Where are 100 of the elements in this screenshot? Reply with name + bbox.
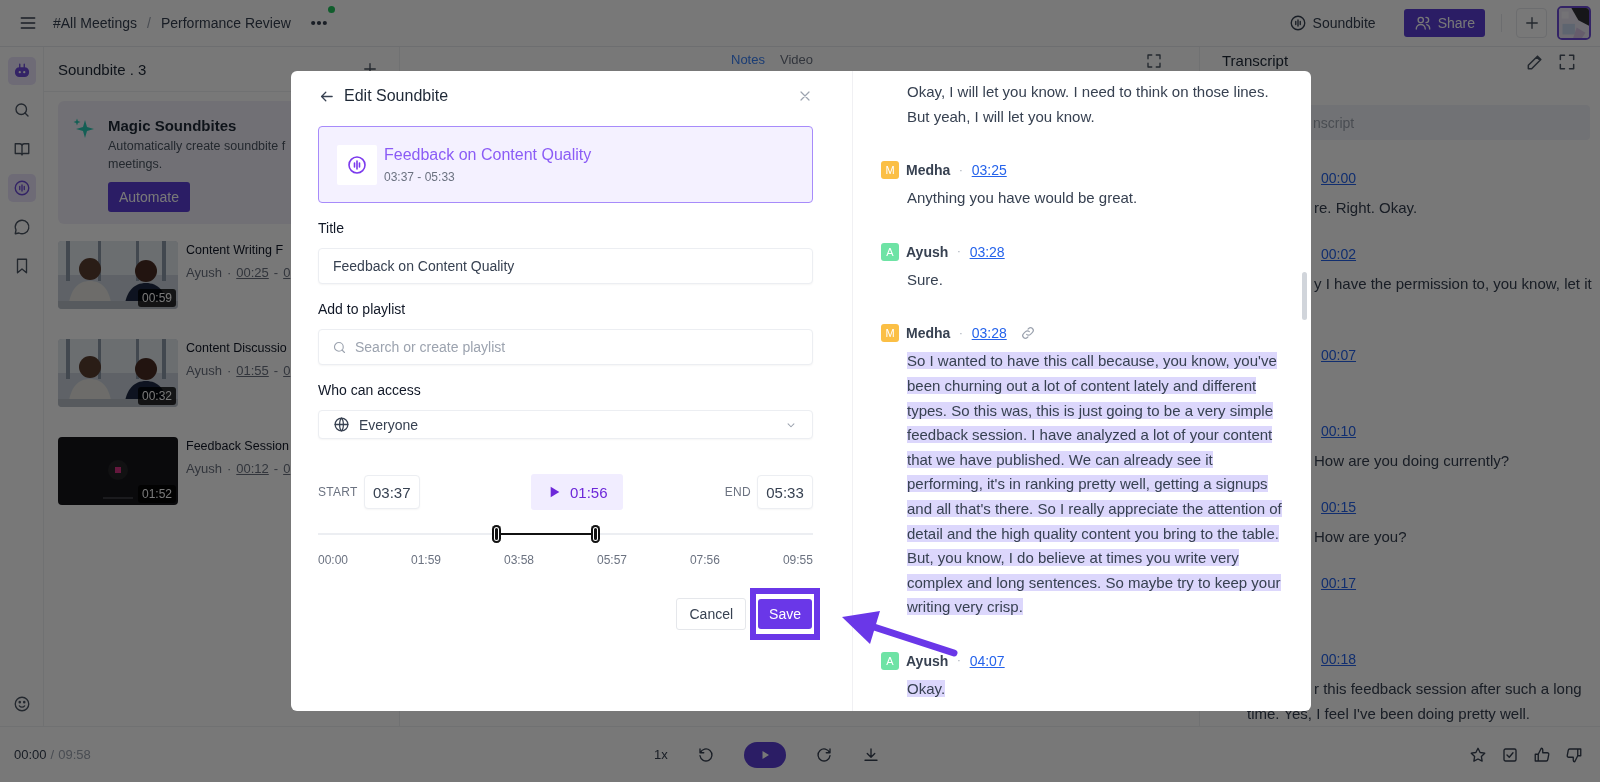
tick-label: 01:59 [411, 553, 441, 567]
speaker-avatar: M [881, 324, 899, 343]
dialog-title: Edit Soundbite [344, 87, 449, 105]
save-button[interactable]: Save [758, 599, 812, 629]
soundbite-button[interactable]: Soundbite [1282, 10, 1382, 36]
timestamp-link[interactable]: 00:07 [1321, 347, 1357, 363]
soundbite-title[interactable]: Content Writing F [186, 243, 291, 257]
field-label: Who can access [318, 381, 422, 399]
access-dropdown[interactable]: Everyone [318, 410, 813, 439]
transcript-line: How are you doing currently? [1314, 451, 1510, 471]
forward-icon[interactable] [814, 745, 833, 764]
transcript-line: re. Right. Okay. [1314, 198, 1418, 218]
robot-icon [12, 62, 31, 80]
end-time-field[interactable]: 05:33 [757, 475, 813, 509]
timestamp-link[interactable]: 00:25 [236, 265, 269, 280]
transcript-text: So I wanted to have this call because, you know, you've been churning out a lot of content lately and different types. So this was, this is just going to be a very simple feedback session. I have analyzed a lot of your content that we have published. We can already see it performing, it's in ranking pretty well, getting a signups and all that's there. So I really appreciate the attention of detail and the high quality content you bring to the table. But, you know, I do believe at times you write very complex and long sentences. So maybe try to keep your writing very crisp. [907, 351, 1283, 618]
timestamp-link[interactable]: 00:17 [1321, 575, 1357, 591]
rail-button[interactable] [7, 174, 36, 202]
preview-button[interactable]: 01:56 [530, 474, 623, 510]
timestamp-link[interactable]: 00:00 [1321, 170, 1357, 186]
speed-button[interactable]: 1x [654, 747, 668, 762]
timestamp-link[interactable]: 0 [283, 265, 291, 280]
scrollbar-thumb[interactable] [1302, 272, 1307, 320]
add-button[interactable] [1516, 8, 1547, 38]
timestamp-link[interactable]: 0 [283, 461, 291, 476]
meta-separator: · [226, 461, 232, 476]
meta-separator: · [957, 655, 961, 667]
timestamp-link[interactable]: 00:02 [1321, 246, 1357, 262]
duration-badge: 00:59 [137, 289, 176, 307]
transcript-line: r this feedback session after such a long [1314, 679, 1582, 699]
timestamp-link[interactable]: 0 [283, 363, 291, 378]
automate-button[interactable]: Automate [108, 182, 190, 212]
tick-label: 05:57 [596, 553, 627, 567]
waveform-icon [12, 179, 31, 197]
timestamp-link[interactable]: 01:55 [236, 363, 269, 378]
timestamp-link[interactable]: 00:15 [1321, 499, 1357, 515]
star-icon[interactable] [1469, 745, 1487, 764]
slider-handle[interactable] [492, 525, 502, 543]
timestamp-link[interactable]: 00:12 [236, 461, 269, 476]
smiley-icon[interactable] [12, 695, 31, 713]
soundbite-title: Feedback on Content Quality [384, 145, 592, 164]
breadcrumb-link[interactable]: #All Meetings [53, 15, 138, 31]
rail-button[interactable] [7, 57, 36, 85]
users-icon [1413, 14, 1432, 32]
author-name: Ayush [186, 461, 222, 476]
checkbox-icon[interactable] [1501, 745, 1519, 764]
search-icon [12, 101, 31, 119]
author-name: Ayush [186, 363, 222, 378]
thumbs-down-icon[interactable] [1565, 745, 1583, 764]
speaker-name: Medha [906, 325, 951, 342]
timestamp-link[interactable]: 03:28 [971, 325, 1007, 342]
slider-handle[interactable] [591, 525, 601, 543]
transcript-text: Anything you have would be great. [907, 188, 1139, 209]
range-dash: - [273, 363, 279, 378]
globe-icon [333, 416, 350, 433]
start-time-field[interactable]: 03:37 [363, 475, 420, 509]
pencil-icon[interactable] [1525, 52, 1545, 72]
chat-icon [12, 218, 31, 236]
transcript-line: How are you? [1314, 527, 1407, 547]
rewind-icon[interactable] [696, 745, 715, 764]
waveform-icon [337, 144, 377, 185]
speaker-name: Medha [906, 162, 951, 179]
timestamp-link[interactable]: 03:25 [971, 162, 1007, 179]
time-separator: / [50, 747, 55, 762]
speaker-avatar: A [881, 242, 899, 261]
tab[interactable]: Notes [731, 52, 765, 67]
timestamp-link[interactable]: 03:28 [969, 243, 1005, 260]
playlist-field[interactable]: Search or create playlist [318, 329, 813, 365]
breadcrumb-link[interactable]: Performance Review [160, 15, 291, 31]
tick-label: 00:00 [318, 553, 349, 567]
panel-title: Soundbite . 3 [58, 60, 147, 78]
card-description: Automatically create soundbite f meetings. [108, 138, 286, 173]
speaker-name: Ayush [906, 652, 949, 669]
play-button[interactable] [743, 741, 786, 768]
soundbite-title[interactable]: Content Discussio [186, 341, 291, 355]
fullscreen-icon[interactable] [1145, 52, 1163, 70]
link-icon[interactable] [1019, 325, 1036, 342]
soundbite-title[interactable]: Feedback Session [186, 439, 291, 453]
transcript-text: Okay. [907, 678, 947, 699]
fullscreen-icon[interactable] [1557, 52, 1577, 72]
cancel-button[interactable]: Cancel [676, 598, 747, 630]
timestamp-link[interactable]: 00:10 [1321, 423, 1357, 439]
field-label: Title [318, 219, 345, 237]
tab[interactable]: Video [779, 52, 813, 67]
time-label: END [724, 485, 751, 499]
share-button[interactable]: Share [1403, 9, 1485, 37]
meta-separator: · [959, 327, 963, 339]
title-field[interactable]: Feedback on Content Quality [318, 248, 813, 284]
speaker-name: Ayush [906, 243, 949, 260]
duration-badge: 01:52 [137, 485, 176, 503]
thumbs-up-icon[interactable] [1533, 745, 1551, 764]
timestamp-link[interactable]: 00:18 [1321, 651, 1357, 667]
waveform-icon [1288, 14, 1307, 32]
meta-separator: · [957, 246, 961, 258]
speaker-avatar: A [881, 651, 899, 670]
range-dash: - [273, 265, 279, 280]
download-icon[interactable] [861, 745, 880, 764]
transcript-line: y I have the permission to, you know, let it [1314, 274, 1592, 294]
range-dash: - [273, 461, 279, 476]
timestamp-link[interactable]: 04:07 [969, 652, 1005, 669]
